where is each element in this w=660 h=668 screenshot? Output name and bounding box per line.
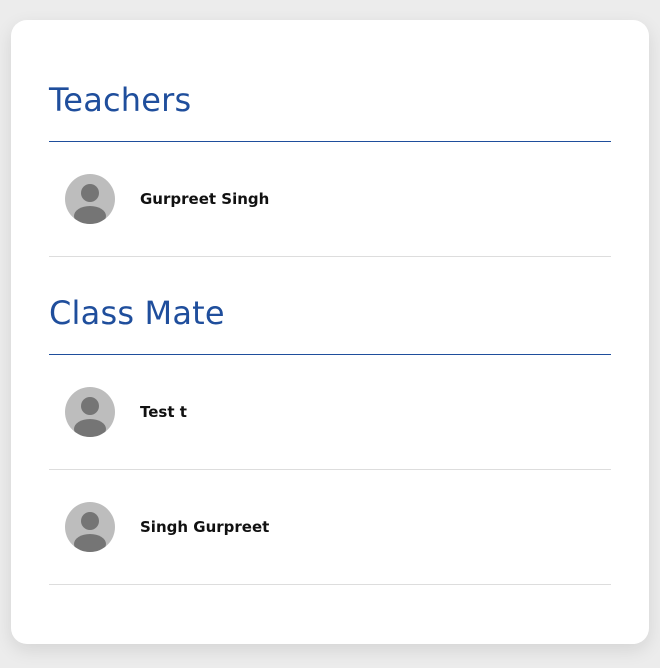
classmates-section: Class Mate Test t Singh Gurpreet [49,257,611,585]
people-card: Teachers Gurpreet Singh Class Mate Test … [11,20,649,644]
teachers-section: Teachers Gurpreet Singh [49,20,611,257]
teacher-name: Gurpreet Singh [140,190,270,208]
classmate-name: Test t [140,403,187,421]
teachers-heading: Teachers [49,20,611,142]
user-avatar-icon [65,174,115,224]
classmates-heading: Class Mate [49,257,611,355]
user-avatar-icon [65,502,115,552]
user-avatar-icon [65,387,115,437]
classmate-name: Singh Gurpreet [140,518,270,536]
classmate-list-item[interactable]: Singh Gurpreet [49,470,611,585]
classmate-list-item[interactable]: Test t [49,355,611,470]
teacher-list-item[interactable]: Gurpreet Singh [49,142,611,257]
